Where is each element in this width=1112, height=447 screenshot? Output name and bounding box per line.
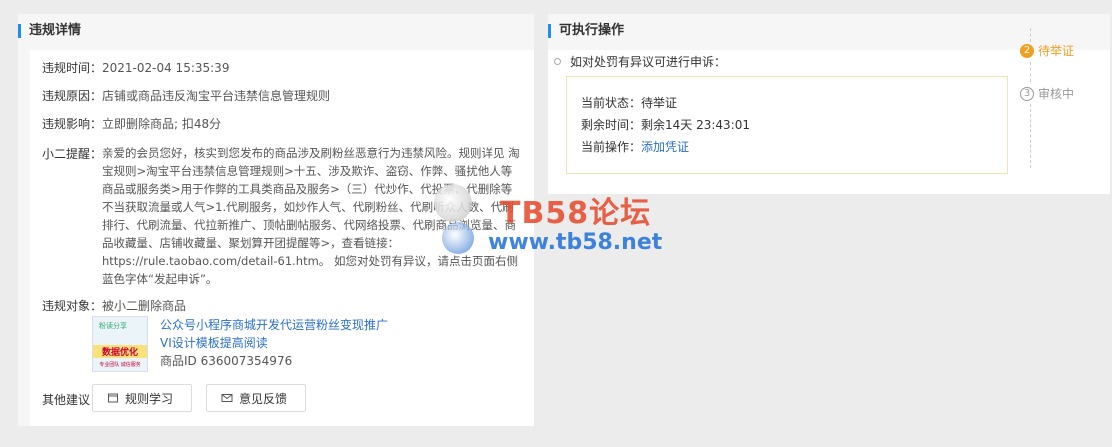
step-label: 审核中 [1038,87,1075,101]
operation-label: 当前操作： [581,140,642,154]
thumb-sub-text: 专业团队 诚信服务 [99,362,141,368]
appeal-card: 如对处罚有异议可进行申诉： 当前状态：待举证 剩余时间：剩余14天 23:43:… [548,28,1110,194]
watermark-logo-blue [442,222,474,254]
mail-icon [221,394,233,402]
appeal-status-box: 当前状态：待举证 剩余时间：剩余14天 23:43:01 当前操作：添加凭证 [566,76,1008,174]
step-connector-middle [1030,62,1031,82]
bullet-icon [554,58,561,65]
violation-target-label: 违规对象： [42,299,103,313]
product-id: 商品ID 636007354976 [160,354,293,368]
remaining-label: 剩余时间： [581,118,642,132]
violation-reason-value: 店铺或商品违反淘宝平台违禁信息管理规则 [102,89,331,103]
remaining-row: 剩余时间：剩余14天 23:43:01 [581,115,750,135]
watermark-url: www.tb58.net [488,230,663,255]
product-title-link-line2[interactable]: VI设计模板提高阅读 [160,334,388,352]
rules-learning-label: 规则学习 [125,391,174,406]
feedback-button[interactable]: 意见反馈 [206,384,306,412]
violation-impact-value: 立即删除商品; 扣48分 [102,117,222,131]
product-thumbnail[interactable]: 粉读分享 数据优化 专业团队 诚信服务 [92,316,148,372]
watermark-text: TB58论坛 [500,196,652,231]
status-row: 当前状态：待举证 [581,93,677,113]
violation-impact-label: 违规影响： [42,117,103,131]
thumb-headline-text: 数据优化 [93,345,147,358]
step-number-badge: 3 [1020,86,1034,101]
book-icon [108,393,118,403]
step-number-badge: 2 [1020,43,1034,58]
violation-time-value: 2021-02-04 15:35:39 [102,61,230,75]
remaining-value: 剩余14天 23:43:01 [641,118,750,132]
actions-title: 可执行操作 [548,24,624,38]
step-connector-bottom [1030,104,1031,168]
product-info: 公众号小程序商城开发代运营粉丝变现推广 VI设计模板提高阅读 商品ID 6360… [160,316,388,370]
step-reviewing: 3 审核中 [1020,85,1074,102]
appeal-title: 如对处罚有异议可进行申诉： [570,55,727,69]
operation-row: 当前操作：添加凭证 [581,137,689,157]
feedback-label: 意见反馈 [239,391,288,406]
reminder-label: 小二提醒： [42,147,103,161]
violation-reason-label: 违规原因： [42,89,103,103]
status-value: 待举证 [641,96,678,110]
violation-target-value: 被小二删除商品 [102,299,187,313]
violation-detail-title: 违规详情 [18,24,81,38]
watermark-logo-grey [434,184,472,222]
step-pending-evidence: 2 待举证 [1020,42,1074,59]
step-label: 待举证 [1038,44,1075,58]
rules-learning-button[interactable]: 规则学习 [92,384,192,412]
actions-panel: 可执行操作 如对处罚有异议可进行申诉： 当前状态：待举证 剩余时间：剩余14天 … [548,14,1110,194]
product-title-link[interactable]: 公众号小程序商城开发代运营粉丝变现推广 [160,316,388,334]
status-label: 当前状态： [581,96,642,110]
step-connector-top [1030,28,1031,42]
add-evidence-link[interactable]: 添加凭证 [641,140,689,154]
thumb-brand-text: 粉读分享 [99,322,127,330]
violation-time-label: 违规时间： [42,61,103,75]
